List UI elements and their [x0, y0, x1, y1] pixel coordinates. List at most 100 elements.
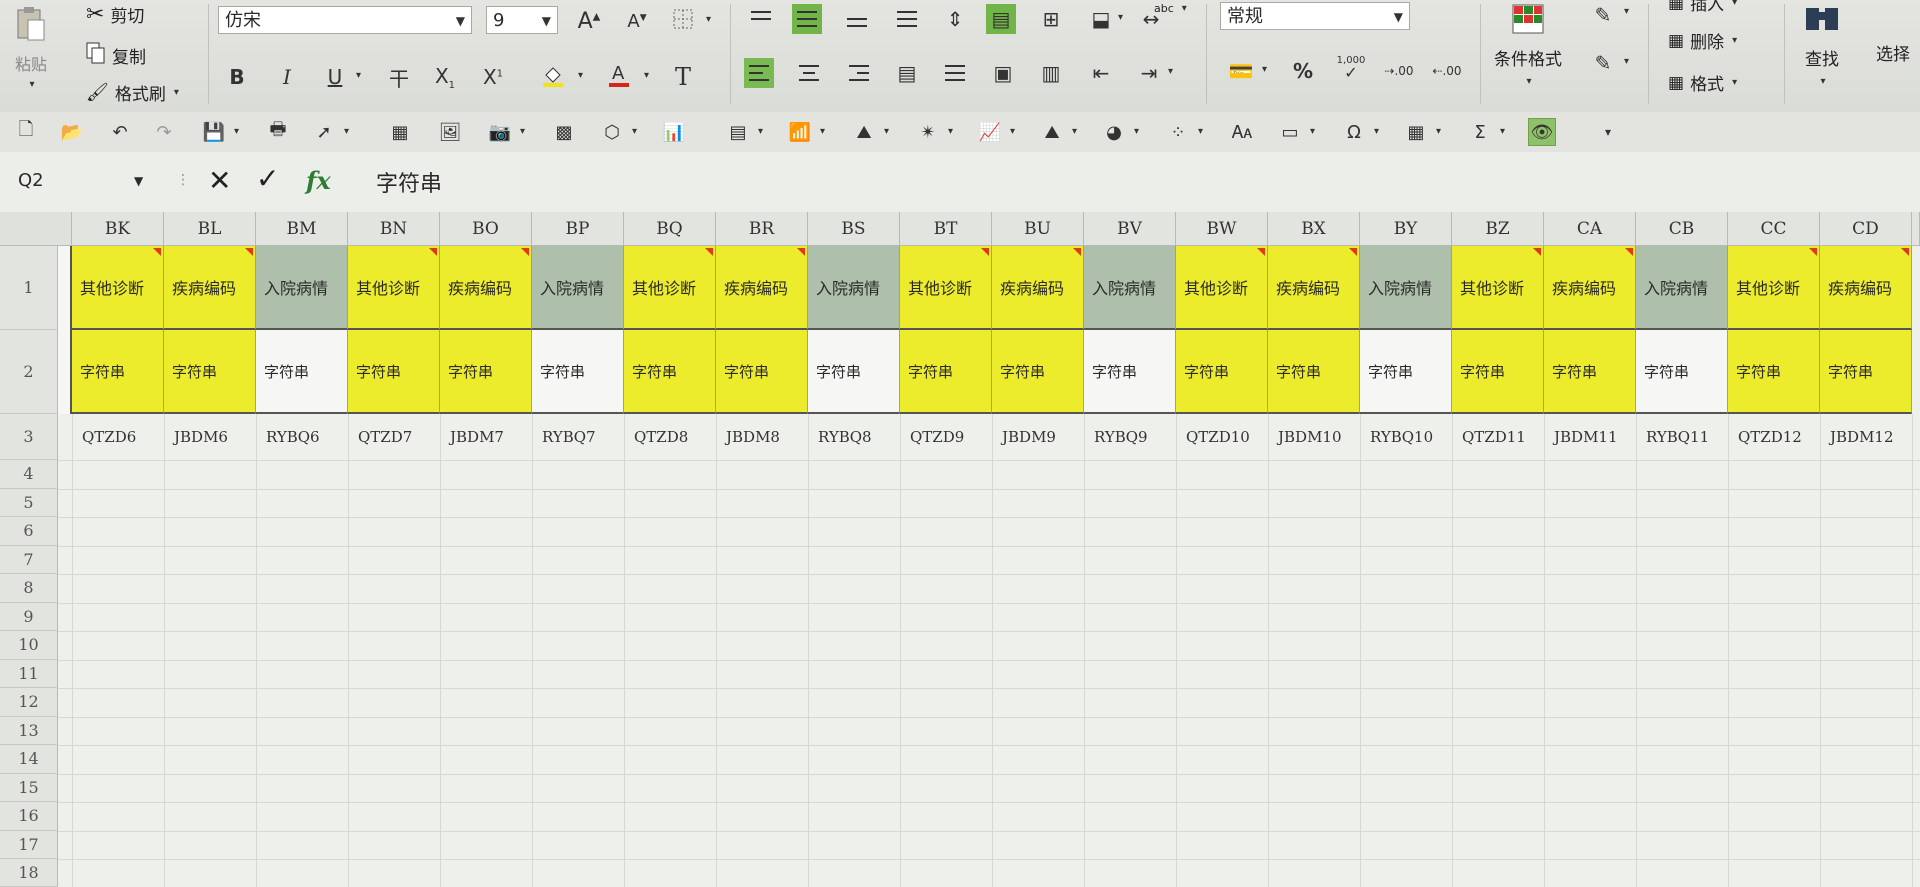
header-cell[interactable]: 入院病情	[532, 246, 624, 330]
header-cell[interactable]: 其他诊断	[624, 246, 716, 330]
fill-color-button[interactable]	[538, 62, 568, 92]
combo-chart-icon[interactable]: ⛰	[850, 118, 878, 146]
header-footer-icon[interactable]: ▭	[1276, 118, 1304, 146]
header-cell[interactable]: 入院病情	[1636, 246, 1728, 330]
font-name-select[interactable]: 仿宋 ▼	[218, 6, 472, 34]
type-cell[interactable]: 字符串	[900, 330, 992, 414]
formula-input[interactable]: 字符串	[376, 166, 442, 198]
picture-icon[interactable]: 🖼	[436, 118, 464, 146]
bold-button[interactable]: B	[222, 62, 252, 92]
row-header[interactable]: 4	[0, 460, 58, 489]
type-cell[interactable]: 字符串	[1544, 330, 1636, 414]
column-header[interactable]: CB	[1636, 212, 1728, 246]
type-cell[interactable]: 字符串	[1360, 330, 1452, 414]
type-cell[interactable]: 字符串	[1452, 330, 1544, 414]
pie-chart-icon[interactable]: ◕	[1100, 118, 1128, 146]
column-header[interactable]: BN	[348, 212, 440, 246]
row-header[interactable]: 2	[0, 330, 58, 414]
object-icon[interactable]: ▦	[1402, 118, 1430, 146]
center-across-button[interactable]: ▥	[1036, 58, 1066, 88]
header-cell[interactable]: 其他诊断	[900, 246, 992, 330]
row-header[interactable]: 12	[0, 688, 58, 717]
sigma-icon[interactable]: Σ	[1466, 118, 1494, 146]
find-button[interactable]: 查找 ▾	[1802, 4, 1842, 87]
cancel-icon[interactable]: ✕	[208, 164, 231, 197]
field-code-cell[interactable]: QTZD10	[1176, 414, 1268, 460]
align-left-button[interactable]	[744, 58, 774, 88]
print-icon[interactable]: 🖶	[264, 118, 292, 146]
field-code-cell[interactable]: JBDM12	[1820, 414, 1912, 460]
field-code-cell[interactable]: RYBQ6	[256, 414, 348, 460]
row-header[interactable]: 11	[0, 659, 58, 688]
merge-center-button[interactable]: ⬓	[1086, 4, 1116, 34]
underline-button[interactable]: U	[320, 62, 350, 92]
wrap-text-button[interactable]: ▤	[986, 4, 1016, 34]
row-header[interactable]: 13	[0, 716, 58, 745]
column-header[interactable]: BX	[1268, 212, 1360, 246]
field-code-cell[interactable]: JBDM9	[992, 414, 1084, 460]
align-middle-button[interactable]	[792, 4, 822, 34]
type-cell[interactable]: 字符串	[440, 330, 532, 414]
column-header[interactable]: BY	[1360, 212, 1452, 246]
header-cell[interactable]: 疾病编码	[1544, 246, 1636, 330]
row-header[interactable]: 5	[0, 488, 58, 517]
type-cell[interactable]: 字符串	[532, 330, 624, 414]
delete-button[interactable]: ▦ 删除 ▾	[1668, 28, 1737, 54]
area-chart-icon[interactable]: ⛰	[1038, 118, 1066, 146]
cut-button[interactable]: ✂ 剪切	[86, 2, 144, 27]
bar-chart-icon[interactable]: ▤	[724, 118, 752, 146]
column-header[interactable]: BS	[808, 212, 900, 246]
row-header[interactable]: 8	[0, 574, 58, 603]
decrease-indent-button[interactable]: ⇤	[1086, 58, 1116, 88]
column-header[interactable]: BV	[1084, 212, 1176, 246]
text-style-button[interactable]: T	[668, 62, 698, 92]
name-box[interactable]: Q2 ▼	[18, 166, 168, 196]
column-header[interactable]: BP	[532, 212, 624, 246]
type-cell[interactable]: 字符串	[1636, 330, 1728, 414]
column-header-partial[interactable]	[1912, 212, 1920, 246]
field-code-cell[interactable]: RYBQ7	[532, 414, 624, 460]
cell-style-button[interactable]: ✎	[1588, 48, 1618, 78]
grow-font-button[interactable]: A▲	[574, 6, 604, 36]
row-header[interactable]: 3	[0, 414, 58, 460]
field-code-cell[interactable]: QTZD11	[1452, 414, 1544, 460]
type-cell[interactable]: 字符串	[992, 330, 1084, 414]
confirm-icon[interactable]: ✓	[256, 162, 279, 195]
header-cell[interactable]: 疾病编码	[716, 246, 808, 330]
row-header[interactable]: 9	[0, 602, 58, 631]
line-spacing-button[interactable]: ⇕	[940, 4, 970, 34]
format-button[interactable]: ▦ 格式 ▾	[1668, 70, 1737, 96]
type-cell[interactable]: 字符串	[716, 330, 808, 414]
type-cell[interactable]: 字符串	[256, 330, 348, 414]
save-icon[interactable]: 💾	[200, 118, 228, 146]
column-header[interactable]: BW	[1176, 212, 1268, 246]
type-cell[interactable]: 字符串	[1820, 330, 1912, 414]
header-cell[interactable]: 疾病编码	[164, 246, 256, 330]
field-code-cell[interactable]: JBDM10	[1268, 414, 1360, 460]
increase-decimal-button[interactable]: ⇢.00	[1384, 56, 1414, 86]
merge-button[interactable]: ⊞	[1036, 4, 1066, 34]
type-cell[interactable]: 字符串	[1268, 330, 1360, 414]
abc-button[interactable]: abc ▾	[1154, 2, 1187, 15]
field-code-cell[interactable]: RYBQ9	[1084, 414, 1176, 460]
undo-icon[interactable]: ↶	[106, 118, 134, 146]
number-format-select[interactable]: 常规 ▼	[1220, 2, 1410, 30]
column-header[interactable]: BR	[716, 212, 808, 246]
header-cell[interactable]: 疾病编码	[440, 246, 532, 330]
header-cell[interactable]: 入院病情	[256, 246, 348, 330]
field-code-cell[interactable]: JBDM11	[1544, 414, 1636, 460]
table-style-button[interactable]: ✎	[1588, 0, 1618, 30]
fill-align-button[interactable]: ▣	[988, 58, 1018, 88]
eye-icon[interactable]: 👁	[1528, 118, 1556, 146]
column-header[interactable]: BK	[72, 212, 164, 246]
italic-button[interactable]: I	[272, 62, 302, 92]
column-header[interactable]: BZ	[1452, 212, 1544, 246]
field-code-cell[interactable]: QTZD7	[348, 414, 440, 460]
type-cell[interactable]: 字符串	[1176, 330, 1268, 414]
row-header[interactable]: 1	[0, 246, 58, 330]
field-code-cell[interactable]: RYBQ11	[1636, 414, 1728, 460]
shrink-font-button[interactable]: A▼	[622, 6, 652, 36]
column-header[interactable]: CA	[1544, 212, 1636, 246]
distributed-align-button[interactable]	[940, 58, 970, 88]
row-header[interactable]: 18	[0, 859, 58, 887]
